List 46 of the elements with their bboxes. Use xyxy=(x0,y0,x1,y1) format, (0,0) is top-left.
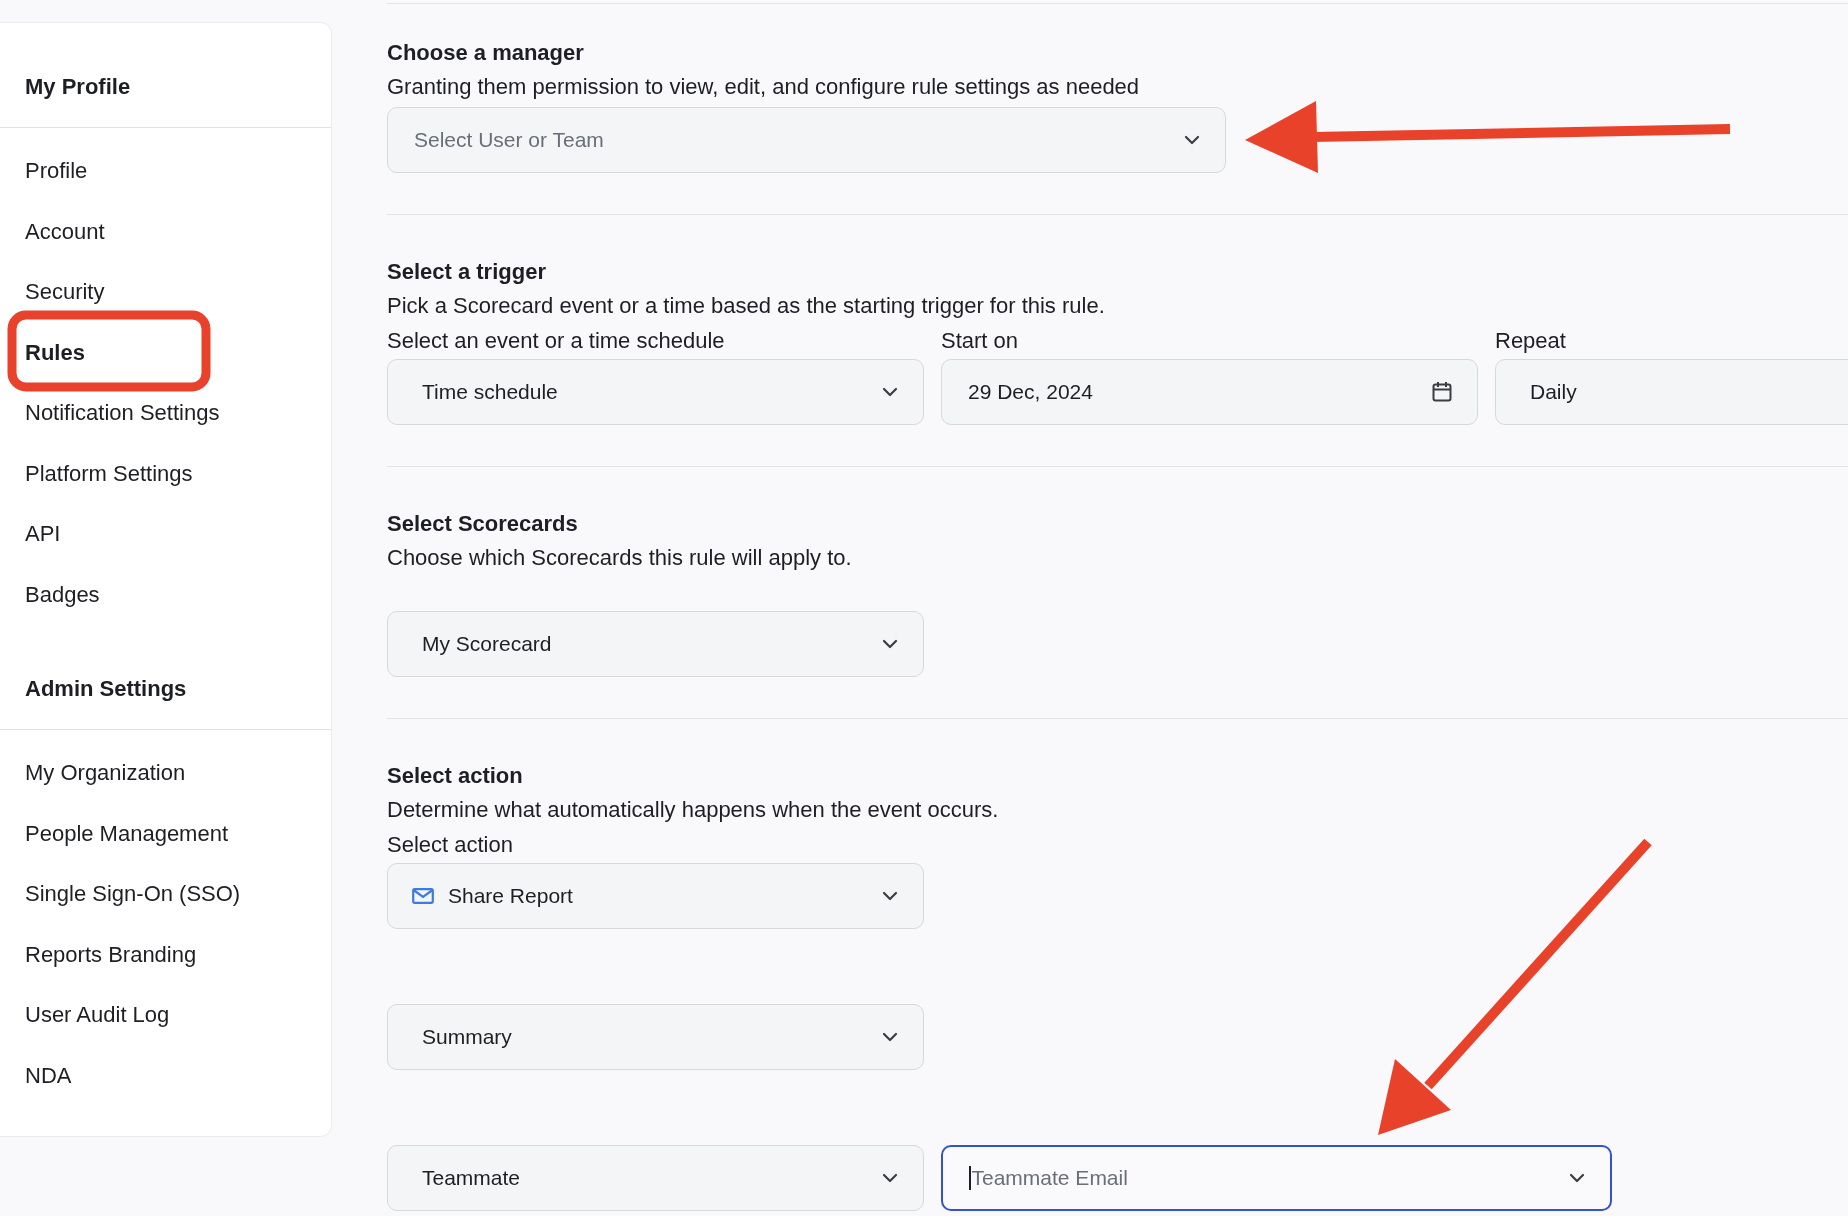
calendar-icon xyxy=(1432,381,1452,403)
chevron-down-icon xyxy=(882,1173,898,1183)
sidebar-item[interactable]: Security xyxy=(25,278,105,307)
dropdown[interactable]: Time schedule xyxy=(387,359,924,425)
sidebar-item[interactable]: Reports Branding xyxy=(25,940,197,969)
sidebar-heading: My Profile xyxy=(25,75,131,99)
sidebar-item[interactable]: Profile xyxy=(25,157,88,186)
section-title: Select Scorecards xyxy=(387,510,579,538)
sidebar-item[interactable]: API xyxy=(25,520,61,549)
section-title: Choose a manager xyxy=(387,39,585,67)
sidebar-item[interactable]: Badges xyxy=(25,580,100,609)
sidebar-item[interactable]: My Organization xyxy=(25,759,186,788)
section-description: Determine what automatically happens when the event occurs. xyxy=(387,796,1000,824)
dropdown[interactable]: Summary xyxy=(387,1004,924,1070)
sidebar-item[interactable]: Rules xyxy=(25,338,85,367)
field-label: Repeat xyxy=(1495,327,1567,355)
dropdown[interactable]: Teammate Email xyxy=(941,1145,1612,1211)
dropdown-field[interactable]: Daily xyxy=(1495,359,1848,425)
chevron-down-icon xyxy=(1184,135,1200,145)
chevron-down-icon xyxy=(882,387,898,397)
envelope-icon xyxy=(412,888,434,904)
field-label: Select an event or a time schedule xyxy=(387,327,726,355)
sidebar-item[interactable]: Platform Settings xyxy=(25,459,193,488)
dropdown[interactable]: Select User or Team xyxy=(387,107,1226,173)
section-description: Granting them permission to view, edit, and configure rule settings as needed xyxy=(387,73,1141,101)
sidebar-item[interactable]: Account xyxy=(25,217,105,246)
sidebar-item[interactable]: NDA xyxy=(25,1061,72,1090)
field-label: Start on xyxy=(941,327,1020,355)
dropdown[interactable]: Share Report xyxy=(387,863,924,929)
date-field[interactable]: 29 Dec, 2024 xyxy=(941,359,1478,425)
dropdown[interactable]: My Scorecard xyxy=(387,611,924,677)
chevron-down-icon xyxy=(882,891,898,901)
field-label: Select action xyxy=(387,831,514,859)
section-title: Select a trigger xyxy=(387,258,547,286)
sidebar-heading: Admin Settings xyxy=(25,677,187,701)
chevron-down-icon xyxy=(882,639,898,649)
section-description: Choose which Scorecards this rule will apply to. xyxy=(387,544,853,572)
sidebar-item[interactable]: Notification Settings xyxy=(25,399,220,428)
sidebar-item[interactable]: Single Sign-On (SSO) xyxy=(25,880,241,909)
sidebar-item[interactable]: User Audit Log xyxy=(25,1001,170,1030)
section-description: Pick a Scorecard event or a time based as the starting trigger for this rule. xyxy=(387,292,1106,320)
section-title: Select action xyxy=(387,762,524,790)
chevron-down-icon xyxy=(1569,1173,1585,1183)
chevron-down-icon xyxy=(882,1032,898,1042)
dropdown[interactable]: Teammate xyxy=(387,1145,924,1211)
sidebar-item[interactable]: People Management xyxy=(25,819,229,848)
